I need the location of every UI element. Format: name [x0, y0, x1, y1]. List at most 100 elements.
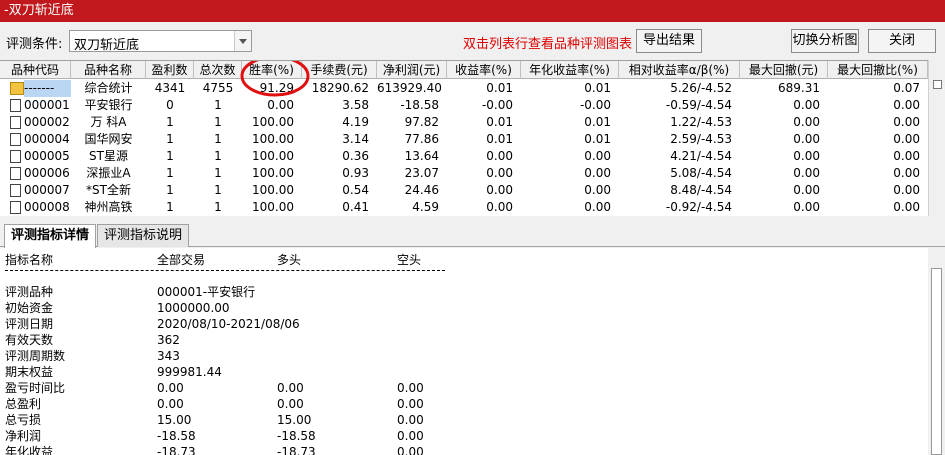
tab-metric-description[interactable]: 评测指标说明 [97, 224, 190, 247]
cell-wins: 1 [166, 115, 174, 129]
cell-winrate: 100.00 [252, 166, 294, 180]
cell-winrate: 0.00 [267, 98, 294, 112]
column-header[interactable]: 手续费(元) [302, 61, 377, 79]
close-button[interactable]: 关闭 [868, 29, 936, 53]
condition-select[interactable]: 双刀斩近底 [69, 30, 252, 53]
column-header[interactable]: 年化收益率(%) [521, 61, 619, 79]
cell-maxdd-ratio: 0.00 [893, 98, 920, 112]
metric-label: 年化收益 [5, 445, 54, 455]
cell-return: 0.00 [486, 183, 513, 197]
column-header[interactable]: 最大回撤(元) [740, 61, 828, 79]
detail-tabs: 评测指标详情 评测指标说明 [0, 222, 945, 248]
column-header[interactable]: 相对收益率α/β(%) [619, 61, 740, 79]
chevron-down-icon[interactable] [234, 31, 251, 51]
metric-value-short: 0.00 [397, 413, 424, 427]
double-click-hint: 双击列表行查看品种评测图表 [463, 37, 633, 52]
detail-header-long: 多头 [277, 253, 302, 267]
cell-name: 深振业A [86, 166, 131, 180]
cell-maxdd: 0.00 [793, 166, 820, 180]
cell-annual: 0.00 [584, 166, 611, 180]
detail-header-short: 空头 [397, 253, 422, 267]
toolbar: 评测条件: 双刀斩近底 双击列表行查看品种评测图表 导出结果 切换分析图 关闭 [0, 22, 945, 60]
table-row[interactable]: ------- 综合统计 4341 4755 91.29 18290.62 61… [0, 80, 928, 97]
table-scrollbar[interactable] [928, 60, 945, 216]
cell-total: 1 [214, 200, 222, 214]
column-header[interactable]: 总次数 [194, 61, 242, 79]
cell-winrate: 100.00 [252, 200, 294, 214]
metric-label: 期末权益 [5, 365, 54, 379]
cell-profit: 13.64 [404, 149, 439, 163]
metric-value-all: 343 [157, 349, 180, 363]
cell-profit: 24.46 [404, 183, 439, 197]
cell-wins: 1 [166, 149, 174, 163]
highlight-circle [240, 61, 310, 97]
column-header[interactable]: 盈利数 [146, 61, 194, 79]
table-row[interactable]: 000008 神州高铁 1 1 100.00 0.41 4.59 0.00 0.… [0, 199, 928, 216]
column-header[interactable]: 净利润(元) [377, 61, 447, 79]
table-row[interactable]: 000006 深振业A 1 1 100.00 0.93 23.07 0.00 0… [0, 165, 928, 182]
export-button[interactable]: 导出结果 [636, 29, 702, 53]
cell-fee: 0.41 [342, 200, 369, 214]
cell-relative: 5.08/-4.54 [670, 166, 732, 180]
detail-scrollbar[interactable] [928, 248, 945, 455]
table-row[interactable]: 000002 万 科A 1 1 100.00 4.19 97.82 0.01 0… [0, 114, 928, 131]
cell-winrate: 100.00 [252, 183, 294, 197]
scroll-thumb[interactable] [933, 80, 942, 89]
cell-maxdd-ratio: 0.00 [893, 166, 920, 180]
cell-profit: 23.07 [404, 166, 439, 180]
metric-label: 盈亏时间比 [5, 381, 66, 395]
cell-return: -0.00 [481, 98, 513, 112]
window-title: -双刀斩近底 [0, 0, 945, 22]
cell-profit: -18.58 [400, 98, 439, 112]
cell-maxdd-ratio: 0.00 [893, 132, 920, 146]
metric-value-long: -18.58 [277, 429, 316, 443]
cell-maxdd: 0.00 [793, 149, 820, 163]
cell-maxdd-ratio: 0.00 [893, 115, 920, 129]
document-icon [10, 184, 21, 197]
cell-relative: 2.59/-4.53 [670, 132, 732, 146]
column-header[interactable]: 品种名称 [71, 61, 146, 79]
cell-fee: 0.93 [342, 166, 369, 180]
table-row[interactable]: 000004 国华网安 1 1 100.00 3.14 77.86 0.01 0… [0, 131, 928, 148]
cell-total: 1 [214, 115, 222, 129]
cell-profit: 77.86 [404, 132, 439, 146]
metric-value-all: 15.00 [157, 413, 192, 427]
cell-profit: 97.82 [404, 115, 439, 129]
cell-wins: 0 [166, 98, 174, 112]
metric-value-all: 999981.44 [157, 365, 222, 379]
cell-wins: 1 [166, 183, 174, 197]
switch-chart-button[interactable]: 切换分析图 [791, 29, 859, 53]
metric-detail-panel: 指标名称 全部交易 多头 空头 评测品种 000001-平安银行 初始资金 10… [0, 248, 928, 455]
column-header[interactable]: 收益率(%) [447, 61, 521, 79]
metric-label: 评测周期数 [5, 349, 66, 363]
cell-return: 0.00 [486, 200, 513, 214]
detail-header-name: 指标名称 [5, 253, 54, 267]
cell-return: 0.00 [486, 149, 513, 163]
table-row[interactable]: 000007 *ST全新 1 1 100.00 0.54 24.46 0.00 … [0, 182, 928, 199]
cell-relative: -0.59/-4.54 [665, 98, 732, 112]
cell-maxdd-ratio: 0.07 [893, 81, 920, 95]
metric-label: 评测日期 [5, 317, 54, 331]
cell-code: 000006 [24, 166, 70, 180]
cell-fee: 3.58 [342, 98, 369, 112]
metric-value-short: 0.00 [397, 429, 424, 443]
table-row[interactable]: 000001 平安银行 0 1 0.00 3.58 -18.58 -0.00 -… [0, 97, 928, 114]
scroll-thumb[interactable] [931, 268, 942, 455]
metric-value-long: -18.73 [277, 445, 316, 455]
cell-total: 1 [214, 166, 222, 180]
column-header[interactable]: 品种代码 [0, 61, 71, 79]
cell-winrate: 100.00 [252, 115, 294, 129]
column-header[interactable]: 最大回撤比(%) [828, 61, 928, 79]
cell-annual: 0.00 [584, 149, 611, 163]
folder-icon [10, 82, 24, 95]
detail-divider [5, 270, 445, 271]
cell-relative: 4.21/-4.54 [670, 149, 732, 163]
tab-metric-details[interactable]: 评测指标详情 [4, 224, 97, 248]
cell-fee: 4.19 [342, 115, 369, 129]
metric-value-long: 0.00 [277, 397, 304, 411]
metric-value-long: 15.00 [277, 413, 312, 427]
table-row[interactable]: 000005 ST星源 1 1 100.00 0.36 13.64 0.00 0… [0, 148, 928, 165]
cell-wins: 1 [166, 166, 174, 180]
metric-value-all: -18.58 [157, 429, 196, 443]
condition-select-value: 双刀斩近底 [74, 38, 140, 53]
